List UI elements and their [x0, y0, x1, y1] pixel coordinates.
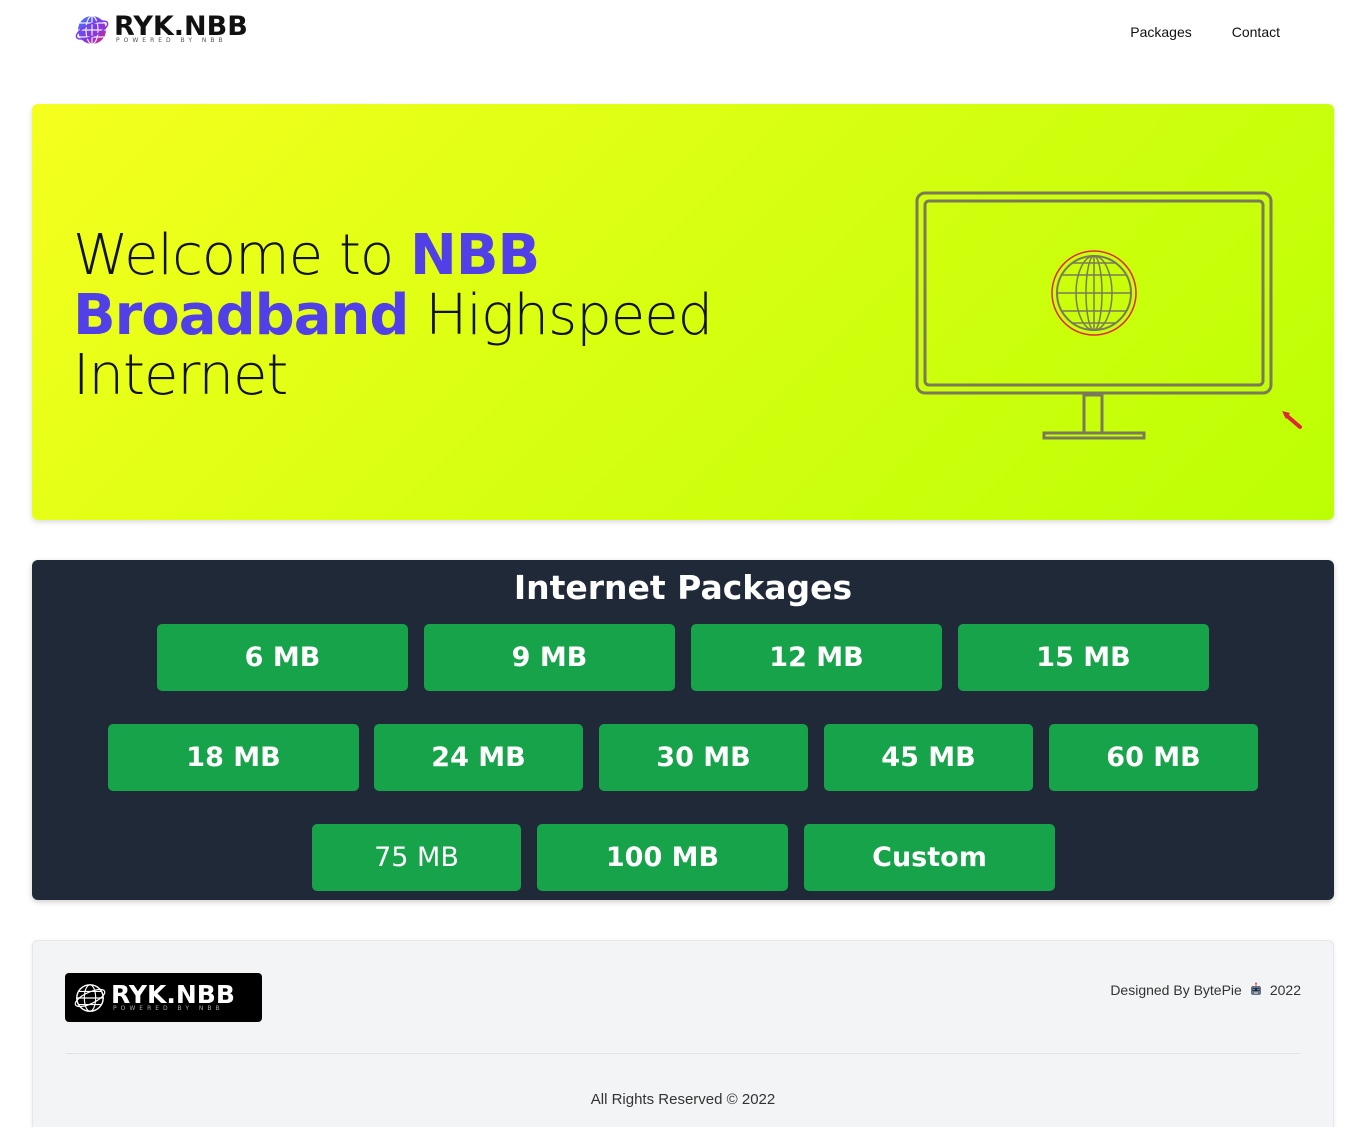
package-button-12mb[interactable]: 12 MB	[691, 624, 942, 691]
footer-brand-tagline: POWERED BY NBB	[113, 1004, 224, 1012]
package-button-100mb[interactable]: 100 MB	[537, 824, 788, 891]
package-button-15mb[interactable]: 15 MB	[958, 624, 1209, 691]
package-button-60mb[interactable]: 60 MB	[1049, 724, 1258, 791]
footer-brand-logo[interactable]: RYK.NBB POWERED BY NBB	[65, 973, 262, 1022]
globe-icon	[1051, 250, 1137, 336]
hero-title: Welcome to NBB Broadband Highspeed Inter…	[73, 226, 733, 406]
package-button-24mb[interactable]: 24 MB	[374, 724, 583, 791]
package-button-6mb[interactable]: 6 MB	[157, 624, 408, 691]
nav-link-contact[interactable]: Contact	[1232, 24, 1280, 40]
brand-logo[interactable]: RYK.NBB POWERED BY NBB	[74, 12, 248, 48]
cursor-arrow-icon	[1282, 411, 1302, 429]
hero-title-part1: Welcome to	[73, 223, 410, 288]
packages-title: Internet Packages	[513, 568, 853, 607]
monitor-globe-illustration	[915, 191, 1302, 440]
package-button-9mb[interactable]: 9 MB	[424, 624, 675, 691]
copyright-text: All Rights Reserved © 2022	[590, 1091, 776, 1108]
hero-banner: Welcome to NBB Broadband Highspeed Inter…	[32, 104, 1334, 520]
navbar: RYK.NBB POWERED BY NBB Packages Contact	[0, 0, 1366, 64]
package-button-75mb[interactable]: 75 MB	[312, 824, 521, 891]
robot-icon	[1250, 982, 1261, 995]
credit-year: 2022	[1269, 982, 1301, 998]
footer: RYK.NBB POWERED BY NBB Designed By ByteP…	[32, 940, 1334, 1127]
package-button-45mb[interactable]: 45 MB	[824, 724, 1033, 791]
nav-links: Packages Contact	[1130, 24, 1280, 40]
brand-tagline: POWERED BY NBB	[116, 37, 227, 44]
package-button-30mb[interactable]: 30 MB	[599, 724, 808, 791]
designer-credit: Designed By BytePie 2022	[1110, 982, 1301, 998]
footer-divider	[66, 1053, 1300, 1054]
globe-logo-icon	[74, 983, 106, 1012]
package-button-custom[interactable]: Custom	[804, 824, 1055, 891]
globe-logo-icon	[75, 15, 109, 45]
credit-text: Designed By BytePie	[1110, 982, 1242, 998]
nav-link-packages[interactable]: Packages	[1130, 24, 1191, 40]
packages-section: Internet Packages 6 MB 9 MB 12 MB 15 MB …	[32, 560, 1334, 900]
package-button-18mb[interactable]: 18 MB	[108, 724, 359, 791]
